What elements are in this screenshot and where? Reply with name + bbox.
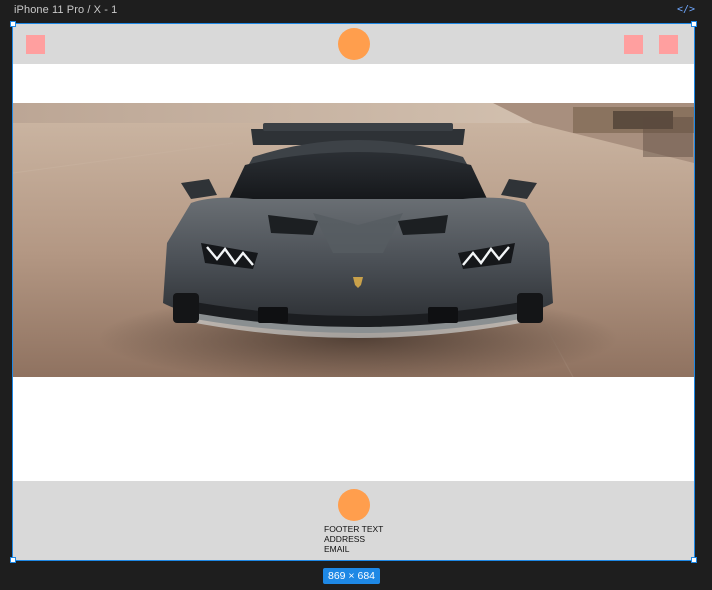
header-left-square[interactable]: [26, 35, 45, 54]
footer-bar[interactable]: FOOTER TEXT ADDRESS EMAIL: [13, 481, 694, 560]
header-right-square-1[interactable]: [624, 35, 643, 54]
footer-logo-circle[interactable]: [338, 489, 370, 521]
resize-handle-top-right[interactable]: [691, 21, 697, 27]
footer-text-block[interactable]: FOOTER TEXT ADDRESS EMAIL: [324, 524, 383, 554]
header-logo-circle[interactable]: [338, 28, 370, 60]
car-photo: [13, 103, 694, 377]
frame-size-badge: 869 × 684: [323, 568, 381, 584]
hero-image[interactable]: [13, 103, 694, 377]
header-right-square-2[interactable]: [659, 35, 678, 54]
resize-handle-bottom-left[interactable]: [10, 557, 16, 563]
footer-line-email: EMAIL: [324, 544, 350, 554]
frame-label[interactable]: iPhone 11 Pro / X - 1: [14, 4, 117, 16]
footer-line-address: ADDRESS: [324, 534, 366, 544]
footer-line-text: FOOTER TEXT: [324, 524, 384, 534]
design-canvas: iPhone 11 Pro / X - 1 </> FOOTER TEXT AD…: [0, 0, 712, 590]
header-bar[interactable]: [13, 24, 694, 64]
code-brackets-icon[interactable]: </>: [676, 3, 696, 17]
resize-handle-top-left[interactable]: [10, 21, 16, 27]
artboard-frame[interactable]: FOOTER TEXT ADDRESS EMAIL: [12, 23, 695, 561]
resize-handle-bottom-right[interactable]: [691, 557, 697, 563]
